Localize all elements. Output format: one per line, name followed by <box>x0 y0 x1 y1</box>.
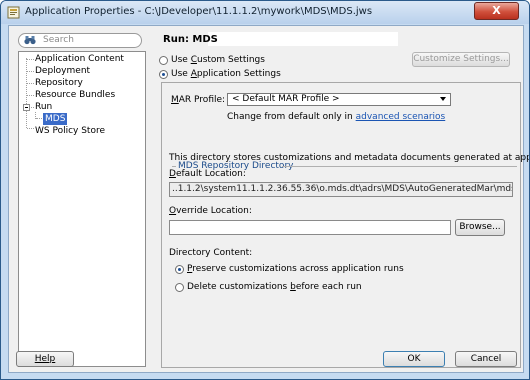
override-location-input[interactable] <box>169 220 451 235</box>
tree-connector <box>27 59 34 60</box>
default-location-label: Default Location: <box>169 169 246 179</box>
default-location-field[interactable]: ..1.1.2\system11.1.1.2.36.55.36\o.mds.dt… <box>169 182 513 197</box>
tree-item-run[interactable]: Run <box>35 101 52 113</box>
label-part: ustom Settings <box>196 55 265 65</box>
search-binoculars-icon <box>24 36 36 45</box>
tree-item-application-content[interactable]: Application Content <box>35 53 124 65</box>
mar-profile-select[interactable]: < Default MAR Profile > <box>227 93 451 106</box>
window-title: Application Properties - C:\JDeveloper\1… <box>25 6 373 17</box>
close-button[interactable]: X <box>474 2 519 20</box>
tree-connector <box>36 118 42 119</box>
tree-item-ws-policy-store[interactable]: WS Policy Store <box>35 125 105 137</box>
tree-item-resource-bundles[interactable]: Resource Bundles <box>35 89 115 101</box>
label-part: Delete customizations <box>187 282 291 292</box>
use-application-settings-label[interactable]: Use Application Settings <box>171 69 281 79</box>
use-custom-settings-label[interactable]: Use Custom Settings <box>171 55 265 65</box>
dialog-client: Search Application Content Deployment Re… <box>8 25 529 373</box>
tree-connector <box>26 58 27 128</box>
label-part: verride Location: <box>176 206 252 216</box>
preserve-customizations-radio[interactable] <box>175 265 184 274</box>
search-input[interactable]: Search <box>18 33 142 48</box>
application-properties-dialog: Application Properties - C:\JDeveloper\1… <box>0 0 530 380</box>
delete-customizations-radio[interactable] <box>175 283 184 292</box>
section-divider <box>172 166 176 167</box>
collapse-run-icon[interactable] <box>23 104 30 111</box>
label-part: Use <box>171 55 191 65</box>
override-location-label: Override Location: <box>169 206 252 216</box>
label-part: reserve customizations across applicatio… <box>192 264 404 274</box>
heading-background <box>208 32 398 46</box>
category-tree: Application Content Deployment Repositor… <box>18 51 146 367</box>
chevron-down-icon <box>440 97 446 101</box>
close-icon: X <box>492 4 501 17</box>
tree-item-repository[interactable]: Repository <box>35 77 83 89</box>
tree-connector <box>27 71 34 72</box>
tree-connector <box>27 128 34 129</box>
label-part: efore each run <box>295 282 362 292</box>
advanced-scenarios-link[interactable]: advanced scenarios <box>356 112 446 122</box>
mnemonic: M <box>171 95 179 105</box>
browse-button[interactable]: Browse... <box>455 219 505 236</box>
change-hint: Change from default only in advanced sce… <box>227 112 445 122</box>
tree-item-mds[interactable]: MDS <box>43 113 68 125</box>
preserve-customizations-label[interactable]: Preserve customizations across applicati… <box>187 264 404 274</box>
cancel-button[interactable]: Cancel <box>455 351 517 367</box>
page-title: Run: MDS <box>163 34 218 45</box>
mar-profile-value: < Default MAR Profile > <box>232 94 340 104</box>
label-part: efault Location: <box>175 169 246 179</box>
mar-profile-label: MAR Profile: <box>171 95 225 105</box>
help-label: Help <box>34 354 56 364</box>
mds-description: This directory stores customizations and… <box>169 153 529 163</box>
help-button[interactable]: Help <box>16 351 74 367</box>
use-custom-settings-radio[interactable] <box>159 56 168 65</box>
tree-connector <box>27 83 34 84</box>
directory-content-label: Directory Content: <box>169 248 253 258</box>
label-part: Use <box>171 69 191 79</box>
tree-connector <box>27 95 34 96</box>
section-divider <box>282 166 517 167</box>
tree-item-deployment[interactable]: Deployment <box>35 65 90 77</box>
customize-settings-button[interactable]: Customize Settings... <box>412 52 510 67</box>
mnemonic: D <box>169 169 176 179</box>
ok-button[interactable]: OK <box>383 351 445 367</box>
use-application-settings-radio[interactable] <box>159 70 168 79</box>
label-part: AR Profile: <box>178 95 226 105</box>
application-properties-icon <box>7 6 20 19</box>
hint-text: Change from default only in <box>227 112 356 122</box>
delete-customizations-label[interactable]: Delete customizations before each run <box>187 282 362 292</box>
search-placeholder: Search <box>43 35 74 45</box>
title-bar[interactable]: Application Properties - C:\JDeveloper\1… <box>1 1 529 24</box>
label-part: pplication Settings <box>196 69 281 79</box>
